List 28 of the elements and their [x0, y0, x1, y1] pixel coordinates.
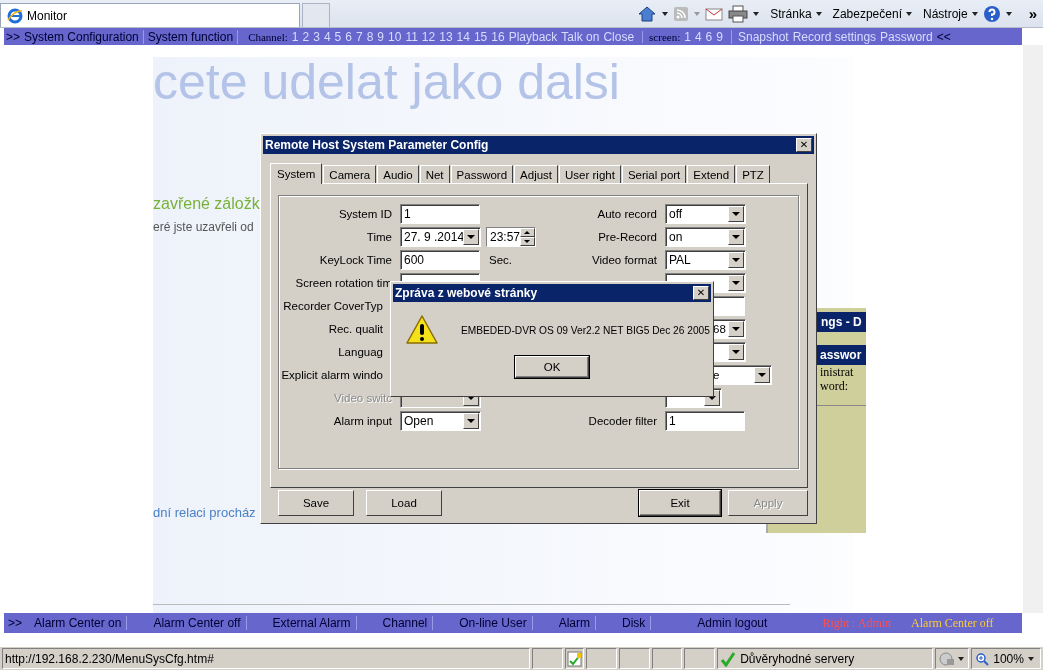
nav-marker: >>: [8, 616, 22, 630]
field-label: Rec. qualit: [328, 322, 383, 335]
form-label: inistrat: [820, 365, 855, 379]
status-url: http://192.168.2.230/MenuSysCfg.htm#: [2, 648, 531, 669]
field-label: Explicit alarm windo: [281, 368, 383, 381]
unit-label: Sec.: [489, 253, 512, 266]
field-label: System ID: [338, 207, 392, 220]
field-label: Recorder CoverTyp: [283, 299, 383, 312]
channel-label: Channel:: [248, 30, 288, 43]
field-label: Decoder filter: [588, 414, 657, 427]
field-label: Video format: [592, 253, 657, 266]
field-label: Video switc: [334, 391, 392, 404]
screen-label: screen:: [642, 30, 681, 43]
field-label: KeyLock Time: [319, 253, 392, 266]
section-heading: zavřené záložk: [153, 195, 260, 213]
window-title: Remote Host System Parameter Config: [265, 138, 489, 152]
field-label: Time: [366, 230, 392, 243]
field-label: Auto record: [597, 207, 657, 220]
field-label: Languag: [338, 345, 383, 358]
user-role-text: Right : Admin: [822, 615, 892, 631]
field-label: Alarm input: [333, 414, 392, 427]
page-text: eré jste uzavřeli od: [153, 220, 254, 234]
field-label: Pre-Record: [598, 230, 657, 243]
nav-marker: >>: [6, 29, 20, 44]
nav-marker: <<: [936, 29, 951, 44]
window-title: Zpráva z webové stránky: [395, 286, 538, 300]
page-heading: cete udelat jako dalsi: [153, 57, 621, 111]
form-label: word:: [820, 379, 849, 393]
